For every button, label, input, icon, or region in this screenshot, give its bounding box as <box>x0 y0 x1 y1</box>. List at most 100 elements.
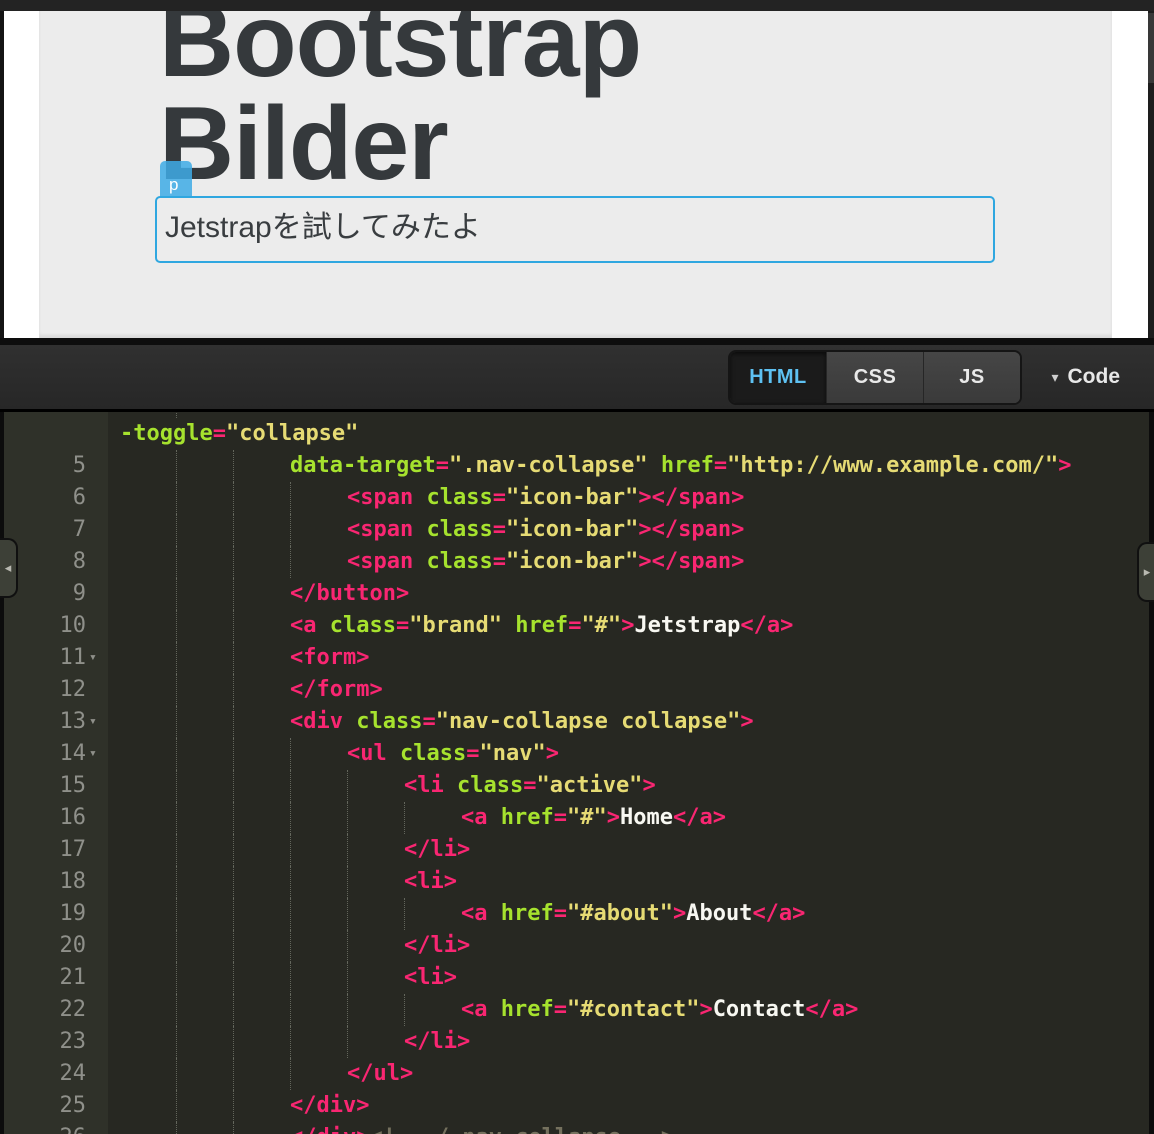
indent-guide <box>120 674 176 706</box>
code-line[interactable]: 8<span class="icon-bar"></span> <box>4 546 1154 578</box>
code-line[interactable]: 7<span class="icon-bar"></span> <box>4 514 1154 546</box>
code-line-content: </li> <box>113 1026 470 1058</box>
indent-guide <box>290 834 347 866</box>
indent-guide <box>233 994 290 1026</box>
line-number[interactable]: 13 <box>4 706 86 738</box>
preview-heading[interactable]: BootstrapBilder <box>159 11 641 196</box>
line-number[interactable]: 22 <box>4 994 86 1026</box>
code-line[interactable]: 11▾<form> <box>4 642 1154 674</box>
scroll-right-handle[interactable]: ▸ <box>1137 542 1154 602</box>
preview-editor-divider <box>0 338 1154 345</box>
token-tag: <a <box>461 802 501 834</box>
token-eq: = <box>405 412 418 418</box>
code-line[interactable]: 9</button> <box>4 578 1154 610</box>
fold-spacer <box>86 546 113 578</box>
code-line-content: <form> <box>113 642 369 674</box>
line-number[interactable]: 16 <box>4 802 86 834</box>
indent-guide <box>347 962 404 994</box>
line-number[interactable]: 10 <box>4 610 86 642</box>
code-menu-dropdown[interactable]: ▾ Code <box>1051 345 1120 409</box>
code-line-content: </li> <box>113 834 470 866</box>
code-line[interactable]: 13▾<div class="nav-collapse collapse"> <box>4 706 1154 738</box>
jetstrap-builder-window: BootstrapBilder p Jetstrapを試してみたよ HTML C… <box>0 0 1154 1134</box>
preview-pane: BootstrapBilder p Jetstrapを試してみたよ <box>0 11 1154 338</box>
line-number[interactable]: 21 <box>4 962 86 994</box>
code-line-content: <span class="icon-bar"></span> <box>113 482 744 514</box>
indent-guide <box>120 642 176 674</box>
token-tag: ></span> <box>638 482 744 514</box>
line-number[interactable]: 24 <box>4 1058 86 1090</box>
line-number[interactable]: 26 <box>4 1122 86 1134</box>
token-tag: <li> <box>404 962 457 994</box>
indent-guide <box>233 1058 290 1090</box>
indent-guide <box>233 1026 290 1058</box>
fold-chevron-down-icon[interactable]: ▾ <box>86 738 113 770</box>
code-line[interactable]: 25</div> <box>4 1090 1154 1122</box>
indent-guide <box>290 1058 347 1090</box>
token-eq: = <box>213 418 226 450</box>
selected-paragraph[interactable]: Jetstrapを試してみたよ <box>155 196 995 263</box>
code-line[interactable]: -toggle="collapse" <box>4 418 1154 450</box>
code-line[interactable]: 18<li> <box>4 866 1154 898</box>
code-line[interactable]: 20</li> <box>4 930 1154 962</box>
fold-chevron-down-icon[interactable]: ▾ <box>86 642 113 674</box>
code-line[interactable]: 10<a class="brand" href="#">Jetstrap</a> <box>4 610 1154 642</box>
indent-guide <box>120 962 176 994</box>
code-line-content: data-target=".nav-collapse" href="http:/… <box>113 450 1072 482</box>
token-tag: > <box>673 898 686 930</box>
code-line[interactable]: 5 data-target=".nav-collapse" href="http:… <box>4 450 1154 482</box>
code-editor[interactable]: 4<button class="btn btn-navbar" data-tog… <box>0 412 1154 1134</box>
indent-guide <box>233 834 290 866</box>
line-number[interactable]: 12 <box>4 674 86 706</box>
line-number[interactable]: 5 <box>4 450 86 482</box>
code-line[interactable]: 21 <li> <box>4 962 1154 994</box>
code-line[interactable]: 12 </form> <box>4 674 1154 706</box>
tab-css[interactable]: CSS <box>826 352 923 403</box>
token-tag: <div <box>290 706 356 738</box>
code-menu-label: Code <box>1068 365 1121 389</box>
line-number[interactable]: 15 <box>4 770 86 802</box>
line-number[interactable]: 6 <box>4 482 86 514</box>
indent-guide <box>233 930 290 962</box>
token-str: "icon-bar" <box>506 546 638 578</box>
code-line[interactable]: 26</div><!-- /.nav-collapse --> <box>4 1122 1154 1134</box>
tab-html-label: HTML <box>749 366 807 389</box>
line-number[interactable]: 14 <box>4 738 86 770</box>
code-line[interactable]: 22<a href="#contact">Contact</a> <box>4 994 1154 1026</box>
line-number[interactable]: 19 <box>4 898 86 930</box>
indent-guide <box>233 546 290 578</box>
line-number[interactable] <box>4 418 86 450</box>
code-line[interactable]: 15<li class="active"> <box>4 770 1154 802</box>
indent-guide <box>290 1026 347 1058</box>
line-number[interactable]: 25 <box>4 1090 86 1122</box>
code-line[interactable]: 16<a href="#">Home</a> <box>4 802 1154 834</box>
line-number[interactable]: 17 <box>4 834 86 866</box>
code-line-content: </form> <box>113 674 383 706</box>
code-line[interactable]: 17 </li> <box>4 834 1154 866</box>
indent-guide <box>120 898 176 930</box>
token-str: "#contact" <box>567 994 699 1026</box>
indent-guide <box>120 802 176 834</box>
line-number[interactable]: 20 <box>4 930 86 962</box>
preview-scrollbar-thumb[interactable] <box>1148 13 1154 83</box>
code-line[interactable]: 6 <span class="icon-bar"></span> <box>4 482 1154 514</box>
code-line[interactable]: 19<a href="#about">About</a> <box>4 898 1154 930</box>
line-number[interactable]: 7 <box>4 514 86 546</box>
fold-chevron-down-icon[interactable]: ▾ <box>86 706 113 738</box>
indent-guide <box>290 898 347 930</box>
tab-html[interactable]: HTML <box>730 352 826 403</box>
token-attr: data-target <box>290 450 436 482</box>
line-number[interactable]: 23 <box>4 1026 86 1058</box>
indent-guide <box>290 546 347 578</box>
design-canvas[interactable]: BootstrapBilder p Jetstrapを試してみたよ <box>39 11 1112 338</box>
tab-js[interactable]: JS <box>923 352 1020 403</box>
line-number[interactable]: 18 <box>4 866 86 898</box>
token-str: "nav" <box>479 738 545 770</box>
code-line[interactable]: 24</ul> <box>4 1058 1154 1090</box>
line-number[interactable]: 11 <box>4 642 86 674</box>
preview-scrollbar[interactable] <box>1148 11 1154 338</box>
code-line[interactable]: 14▾<ul class="nav"> <box>4 738 1154 770</box>
code-line[interactable]: 23 </li> <box>4 1026 1154 1058</box>
scroll-left-handle[interactable]: ◂ <box>0 538 18 598</box>
code-lines: 4<button class="btn btn-navbar" data-tog… <box>4 412 1154 1134</box>
